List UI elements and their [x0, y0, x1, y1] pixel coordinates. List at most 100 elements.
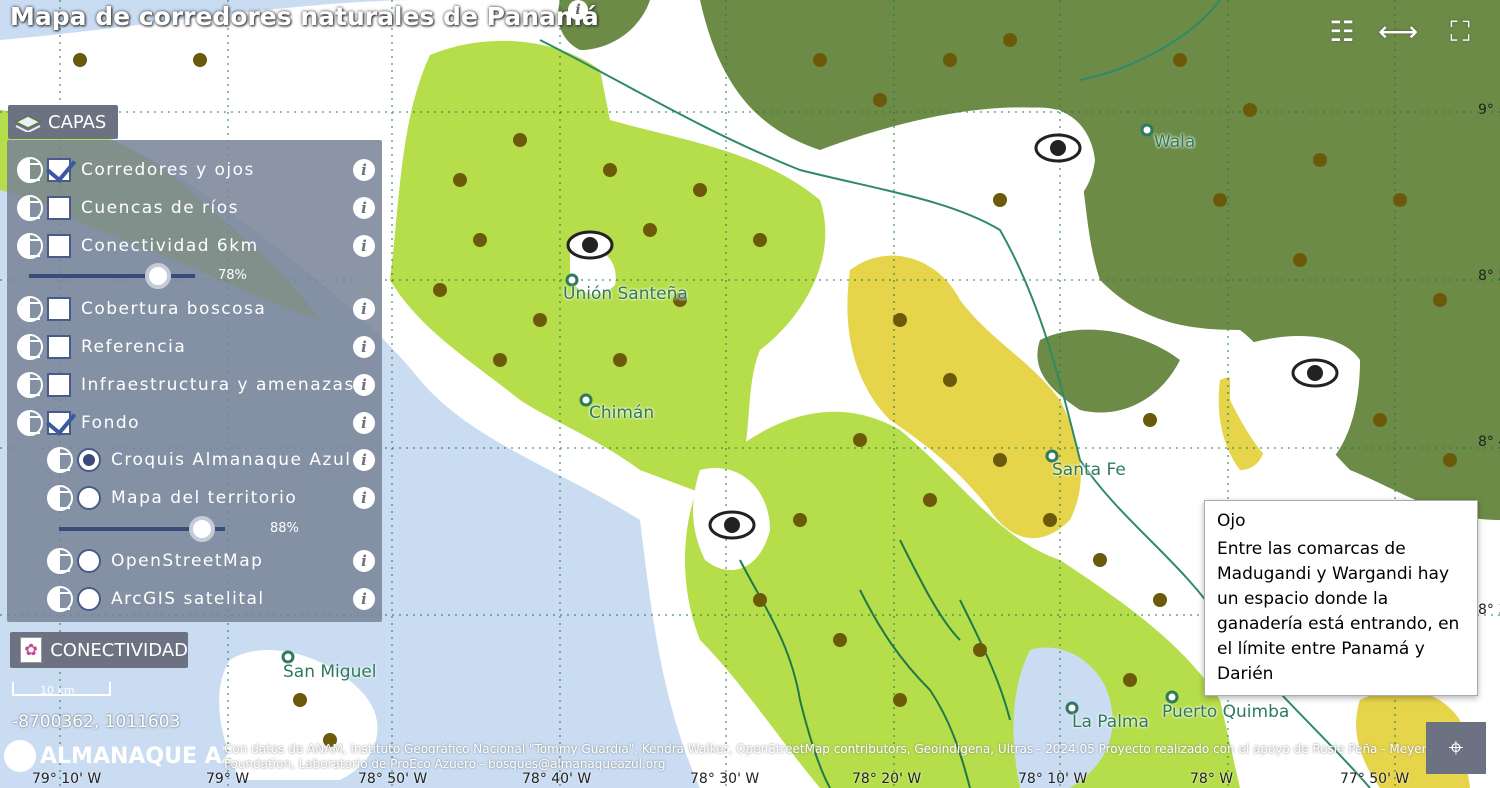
opacity-toggle-icon[interactable]: [17, 372, 43, 398]
opacity-toggle-icon[interactable]: [17, 157, 43, 183]
opacity-toggle-icon[interactable]: [17, 233, 43, 259]
opacity-value: 78%: [218, 268, 247, 283]
latitude-label: 9°: [1478, 102, 1494, 118]
layer-row-cobertura[interactable]: Cobertura boscosa: [17, 294, 266, 324]
layer-row-cuencas[interactable]: Cuencas de ríos: [17, 193, 239, 223]
opacity-value: 88%: [270, 521, 299, 536]
locate-button[interactable]: ⌖: [1426, 722, 1486, 774]
basemap-radio[interactable]: [77, 587, 101, 611]
layer-checkbox[interactable]: [47, 196, 71, 220]
longitude-label: 79° W: [206, 771, 250, 787]
layer-label: Cuencas de ríos: [81, 198, 240, 218]
fullscreen-icon[interactable]: ⛶: [1440, 12, 1480, 52]
place-label: San Miguel: [283, 662, 377, 682]
conectividad-tab[interactable]: ✿ CONECTIVIDAD: [10, 632, 188, 668]
scale-label: 10 km: [40, 684, 75, 697]
conectividad-label: CONECTIVIDAD: [50, 639, 188, 661]
basemap-label: OpenStreetMap: [111, 551, 264, 571]
layer-checkbox[interactable]: [47, 158, 71, 182]
place-label: Unión Santeña: [563, 284, 688, 304]
layer-label: Infraestructura y amenazas: [81, 375, 355, 395]
info-icon[interactable]: i: [353, 449, 375, 471]
latitude-label: 8° 3: [1478, 602, 1500, 618]
mouse-coordinates: -8700362, 1011603: [12, 712, 181, 732]
longitude-label: 77° 50' W: [1340, 771, 1410, 787]
opacity-toggle-icon[interactable]: [17, 195, 43, 221]
basemap-radio[interactable]: [77, 549, 101, 573]
place-label: Wala: [1154, 132, 1196, 152]
opacity-toggle-icon[interactable]: [17, 334, 43, 360]
layer-label: Conectividad 6km: [81, 236, 259, 256]
resize-icon[interactable]: ⟷: [1378, 12, 1418, 52]
place-label: Puerto Quimba: [1162, 702, 1290, 722]
opacity-toggle-icon[interactable]: [47, 586, 73, 612]
info-icon[interactable]: i: [353, 550, 375, 572]
feature-popup: Ojo Entre las comarcas de Madugandi y Wa…: [1204, 500, 1478, 696]
eye-icon: [1291, 358, 1339, 388]
legend-icon[interactable]: ☷: [1322, 12, 1362, 52]
basemap-radio[interactable]: [77, 448, 101, 472]
layer-row-conectividad[interactable]: Conectividad 6km: [17, 231, 259, 261]
popup-title: Ojo: [1217, 511, 1246, 531]
basemap-row-territorio[interactable]: Mapa del territorio: [47, 483, 297, 513]
layer-row-infraestructura[interactable]: Infraestructura y amenazas: [17, 370, 355, 400]
basemap-row-osm[interactable]: OpenStreetMap: [47, 546, 263, 576]
basemap-label: Croquis Almanaque Azul: [111, 450, 352, 470]
crosshair-icon: ⌖: [1448, 733, 1464, 763]
info-icon[interactable]: i: [568, 0, 588, 20]
layers-icon: [14, 115, 42, 132]
info-icon[interactable]: i: [353, 487, 375, 509]
info-icon[interactable]: i: [353, 197, 375, 219]
longitude-label: 78° 20' W: [852, 771, 922, 787]
opacity-toggle-icon[interactable]: [47, 485, 73, 511]
place-label: Santa Fe: [1052, 460, 1126, 480]
opacity-toggle-icon[interactable]: [17, 296, 43, 322]
basemap-label: Mapa del territorio: [111, 488, 298, 508]
info-icon[interactable]: i: [353, 298, 375, 320]
capas-tab[interactable]: CAPAS: [8, 105, 118, 139]
layer-checkbox[interactable]: [47, 373, 71, 397]
info-icon[interactable]: i: [353, 159, 375, 181]
layer-checkbox[interactable]: [47, 411, 71, 435]
opacity-toggle-icon[interactable]: [47, 447, 73, 473]
eye-icon: [566, 230, 614, 260]
eye-icon: [708, 510, 756, 540]
layer-checkbox[interactable]: [47, 297, 71, 321]
opacity-toggle-icon[interactable]: [17, 410, 43, 436]
layer-checkbox[interactable]: [47, 234, 71, 258]
longitude-label: 78° 50' W: [358, 771, 428, 787]
place-label: La Palma: [1072, 712, 1149, 732]
eye-icon: [1034, 133, 1082, 163]
layer-label: Corredores y ojos: [81, 160, 255, 180]
opacity-slider-handle[interactable]: [145, 263, 171, 289]
layer-row-corredores[interactable]: Corredores y ojos: [17, 155, 255, 185]
layer-row-referencia[interactable]: Referencia: [17, 332, 186, 362]
layer-label: Fondo: [81, 413, 141, 433]
basemap-radio[interactable]: [77, 486, 101, 510]
latitude-label: 8° 5: [1478, 268, 1500, 284]
page-title: Mapa de corredores naturales de Panamá: [10, 2, 599, 31]
layer-row-fondo[interactable]: Fondo: [17, 408, 140, 438]
paw-icon: ✿: [20, 637, 43, 663]
info-icon[interactable]: i: [353, 412, 375, 434]
capas-label: CAPAS: [48, 111, 107, 133]
longitude-label: 79° 10' W: [32, 771, 102, 787]
basemap-row-croquis[interactable]: Croquis Almanaque Azul: [47, 445, 351, 475]
place-label: Chimán: [589, 403, 655, 423]
popup-body: Entre las comarcas de Madugandi y Wargan…: [1217, 539, 1460, 684]
longitude-label: 78° 40' W: [522, 771, 592, 787]
info-icon[interactable]: i: [353, 588, 375, 610]
layer-label: Cobertura boscosa: [81, 299, 267, 319]
longitude-label: 78° 30' W: [690, 771, 760, 787]
basemap-row-arcgis[interactable]: ArcGIS satelital: [47, 584, 265, 614]
longitude-label: 78° 10' W: [1018, 771, 1088, 787]
attribution: Con datos de ANAM, Instituto Geográfico …: [224, 742, 1427, 771]
info-icon[interactable]: i: [353, 235, 375, 257]
layer-checkbox[interactable]: [47, 335, 71, 359]
longitude-label: 78° W: [1190, 771, 1234, 787]
logo-icon: [4, 740, 36, 772]
opacity-slider-handle[interactable]: [189, 516, 215, 542]
info-icon[interactable]: i: [353, 374, 375, 396]
info-icon[interactable]: i: [353, 336, 375, 358]
opacity-toggle-icon[interactable]: [47, 548, 73, 574]
